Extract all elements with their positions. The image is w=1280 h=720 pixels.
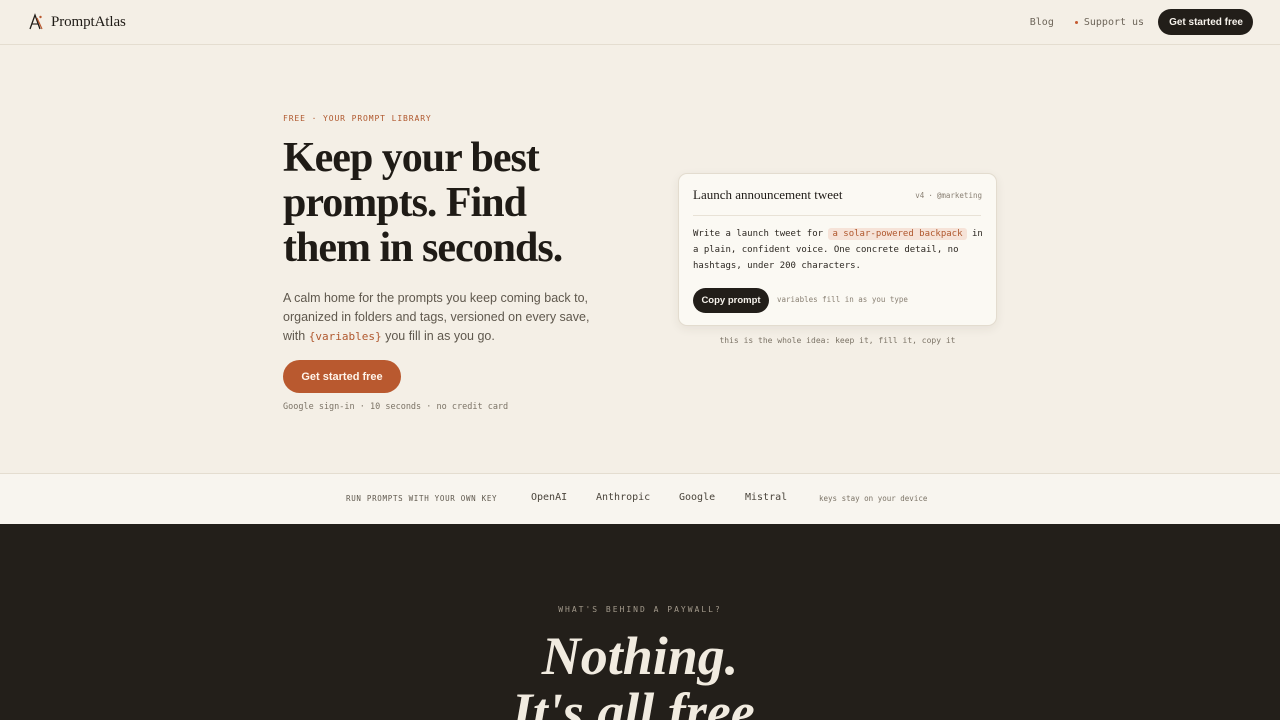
prompt-preview-card: Launch announcement tweet v4 · @marketin… bbox=[678, 173, 997, 326]
brand-logo[interactable]: PromptAtlas bbox=[28, 12, 126, 32]
hero-title-line: them in seconds. bbox=[283, 225, 563, 271]
variables-token: {variables} bbox=[308, 330, 382, 343]
prompt-tag: @marketing bbox=[936, 191, 982, 200]
providers-label: RUN PROMPTS WITH YOUR OWN KEY bbox=[346, 494, 498, 503]
hero-title: Keep your best prompts. Find them in sec… bbox=[283, 136, 623, 271]
meta-separator: · bbox=[928, 191, 933, 200]
hero-signup-note: Google sign-in · 10 seconds · no credit … bbox=[283, 402, 509, 412]
nav-blog-link[interactable]: Blog bbox=[1030, 17, 1054, 28]
prompt-card-body: Write a launch tweet for a solar-powered… bbox=[693, 226, 988, 274]
header-get-started-button[interactable]: Get started free bbox=[1158, 9, 1253, 35]
paywall-title-line: It's all free. bbox=[511, 682, 769, 720]
copy-prompt-button[interactable]: Copy prompt bbox=[693, 288, 769, 313]
prompt-card-meta: v4 · @marketing bbox=[915, 191, 982, 200]
top-nav-bar: PromptAtlas Blog Support us Get started … bbox=[0, 0, 1280, 45]
brand-name: PromptAtlas bbox=[51, 13, 126, 30]
hero-subtitle-text-end: you fill in as you go. bbox=[385, 329, 495, 343]
nav-support-link[interactable]: Support us bbox=[1074, 16, 1145, 28]
nav-links: Blog Support us Get started free bbox=[1030, 9, 1253, 35]
hero-get-started-button[interactable]: Get started free bbox=[283, 360, 401, 393]
hero-eyebrow: FREE · YOUR PROMPT LIBRARY bbox=[283, 114, 432, 123]
nav-support-label: Support us bbox=[1083, 16, 1145, 28]
provider-google: Google bbox=[679, 492, 716, 503]
provider-anthropic: Anthropic bbox=[596, 492, 651, 503]
paywall-section: WHAT'S BEHIND A PAYWALL? Nothing. It's a… bbox=[0, 524, 1280, 720]
dot-icon bbox=[1074, 20, 1078, 24]
prompt-card-title: Launch announcement tweet bbox=[693, 187, 843, 202]
prompt-variable-chip[interactable]: a solar-powered backpack bbox=[828, 228, 967, 240]
atlas-logo-icon bbox=[29, 13, 43, 30]
providers-strip: RUN PROMPTS WITH YOUR OWN KEY OpenAI Ant… bbox=[0, 473, 1280, 524]
providers-note: keys stay on your device bbox=[819, 494, 928, 503]
provider-mistral: Mistral bbox=[745, 492, 788, 503]
paywall-title: Nothing. It's all free. bbox=[0, 628, 1280, 720]
card-caption: this is the whole idea: keep it, fill it… bbox=[719, 336, 956, 345]
provider-openai: OpenAI bbox=[531, 492, 568, 503]
paywall-title-line: Nothing. bbox=[541, 626, 739, 686]
hero-title-line: Keep your best bbox=[283, 135, 540, 181]
prompt-text: Write a launch tweet for bbox=[693, 229, 824, 239]
card-divider bbox=[693, 215, 981, 216]
hero-title-line: prompts. Find bbox=[283, 180, 527, 226]
prompt-version: v4 bbox=[915, 191, 925, 200]
hero-subtitle: A calm home for the prompts you keep com… bbox=[283, 289, 603, 346]
paywall-eyebrow: WHAT'S BEHIND A PAYWALL? bbox=[558, 605, 722, 614]
variables-hint: variables fill in as you type bbox=[777, 295, 908, 304]
